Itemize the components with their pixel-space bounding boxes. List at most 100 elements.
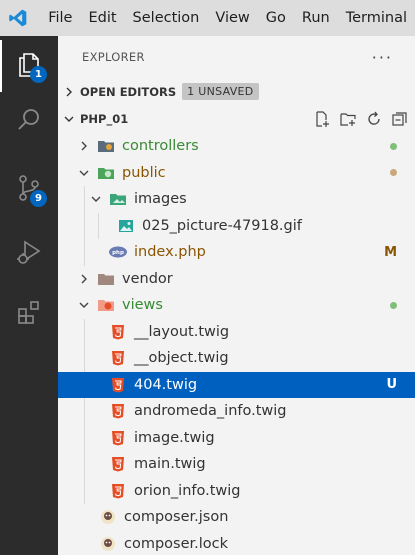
tree-label: 404.twig <box>134 376 198 393</box>
tree-file-index-php[interactable]: php index.php M <box>58 239 415 266</box>
chevron-right-icon <box>76 138 92 154</box>
menu-edit[interactable]: Edit <box>80 0 124 36</box>
explorer-title: EXPLORER <box>82 50 145 64</box>
tree-label: composer.json <box>124 509 229 526</box>
chevron-down-icon <box>58 113 80 125</box>
explorer-activity-button[interactable]: 1 <box>0 40 58 92</box>
composer-icon <box>98 535 118 553</box>
new-file-icon[interactable] <box>313 110 331 128</box>
html5-file-icon <box>108 402 128 420</box>
tree-label: composer.lock <box>124 535 229 552</box>
untracked-dot <box>390 142 397 150</box>
menu-view[interactable]: View <box>207 0 257 36</box>
collapse-all-icon[interactable] <box>391 110 409 128</box>
tree-folder-controllers[interactable]: controllers <box>58 133 415 160</box>
menu-file[interactable]: File <box>36 0 80 36</box>
project-section[interactable]: PHP_01 <box>58 105 415 133</box>
extensions-activity-button[interactable] <box>0 288 58 340</box>
indent-guide <box>84 451 85 478</box>
tree-file-image-twig[interactable]: image.twig <box>58 424 415 451</box>
tree-label: __layout.twig <box>134 323 230 340</box>
tree-label: main.twig <box>134 456 206 473</box>
chevron-down-icon <box>76 165 92 181</box>
chevron-down-icon <box>88 191 104 207</box>
tree-file-layout-twig[interactable]: __layout.twig <box>58 318 415 345</box>
project-actions <box>313 110 415 128</box>
modified-status: M <box>384 244 397 260</box>
explorer-header: EXPLORER ··· <box>58 36 415 78</box>
composer-icon <box>98 508 118 526</box>
tree-label: vendor <box>122 270 173 287</box>
indent-guide <box>84 398 85 425</box>
image-file-icon <box>116 217 136 235</box>
run-debug-icon <box>15 238 43 270</box>
menu-bar: File Edit Selection View Go Run Terminal <box>0 0 415 36</box>
views-folder-icon <box>96 296 116 314</box>
html5-file-icon <box>108 429 128 447</box>
indent-guide <box>84 212 85 239</box>
activity-bar: 1 9 <box>0 36 58 555</box>
untracked-status: U <box>386 377 397 393</box>
indent-guide <box>98 212 99 239</box>
explorer-sidebar: EXPLORER ··· OPEN EDITORS 1 UNSAVED PHP_… <box>58 36 415 555</box>
html5-file-icon <box>108 323 128 341</box>
open-editors-label: OPEN EDITORS <box>80 84 177 99</box>
refresh-icon[interactable] <box>365 110 383 128</box>
html5-file-icon <box>108 482 128 500</box>
tree-folder-vendor[interactable]: vendor <box>58 266 415 293</box>
tree-label: __object.twig <box>134 350 229 367</box>
php-file-icon: php <box>108 243 128 261</box>
public-folder-icon <box>96 164 116 182</box>
indent-guide <box>84 345 85 372</box>
modified-dot <box>390 169 397 177</box>
untracked-dot <box>390 301 397 309</box>
indent-guide <box>84 239 85 266</box>
run-debug-activity-button[interactable] <box>0 228 58 280</box>
controllers-folder-icon <box>96 137 116 155</box>
indent-guide <box>84 424 85 451</box>
tree-label: controllers <box>122 138 199 155</box>
tree-label: public <box>122 164 166 181</box>
extensions-icon <box>15 298 43 330</box>
tree-file-orion-info-twig[interactable]: orion_info.twig <box>58 477 415 504</box>
indent-guide <box>84 318 85 345</box>
tree-file-andromeda-info-twig[interactable]: andromeda_info.twig <box>58 398 415 425</box>
menu-go[interactable]: Go <box>258 0 294 36</box>
tree-folder-views[interactable]: views <box>58 292 415 319</box>
svg-text:php: php <box>112 250 124 256</box>
tree-label: image.twig <box>134 429 215 446</box>
search-activity-button[interactable] <box>0 96 58 148</box>
vscode-logo-icon[interactable] <box>0 0 36 36</box>
open-editors-section[interactable]: OPEN EDITORS 1 UNSAVED <box>58 78 415 105</box>
source-control-badge: 9 <box>30 190 47 207</box>
tree-file-object-twig[interactable]: __object.twig <box>58 345 415 372</box>
menu-run[interactable]: Run <box>294 0 338 36</box>
source-control-activity-button[interactable]: 9 <box>0 164 58 216</box>
search-icon <box>15 106 43 138</box>
html5-file-icon <box>108 349 128 367</box>
images-folder-icon <box>108 190 128 208</box>
tree-label: views <box>122 297 163 314</box>
indent-guide <box>84 186 85 213</box>
vendor-folder-icon <box>96 270 116 288</box>
indent-guide <box>84 477 85 504</box>
tree-folder-images[interactable]: images <box>58 186 415 213</box>
tree-label: index.php <box>134 244 206 261</box>
html5-file-icon <box>108 376 128 394</box>
chevron-down-icon <box>76 297 92 313</box>
tree-label: images <box>134 191 187 208</box>
tree-label: orion_info.twig <box>134 482 241 499</box>
more-actions-icon[interactable]: ··· <box>372 48 393 67</box>
menu-terminal[interactable]: Terminal <box>338 0 415 36</box>
tree-file-composer-json[interactable]: composer.json <box>58 504 415 531</box>
project-name: PHP_01 <box>80 112 129 126</box>
tree-file-gif[interactable]: 025_picture-47918.gif <box>58 212 415 239</box>
tree-folder-public[interactable]: public <box>58 160 415 187</box>
menu-selection[interactable]: Selection <box>125 0 208 36</box>
chevron-right-icon <box>76 271 92 287</box>
unsaved-badge: 1 UNSAVED <box>182 83 259 100</box>
tree-file-main-twig[interactable]: main.twig <box>58 451 415 478</box>
tree-file-composer-lock[interactable]: composer.lock <box>58 531 415 555</box>
tree-file-404-twig[interactable]: 404.twig U <box>58 371 415 398</box>
new-folder-icon[interactable] <box>339 110 357 128</box>
